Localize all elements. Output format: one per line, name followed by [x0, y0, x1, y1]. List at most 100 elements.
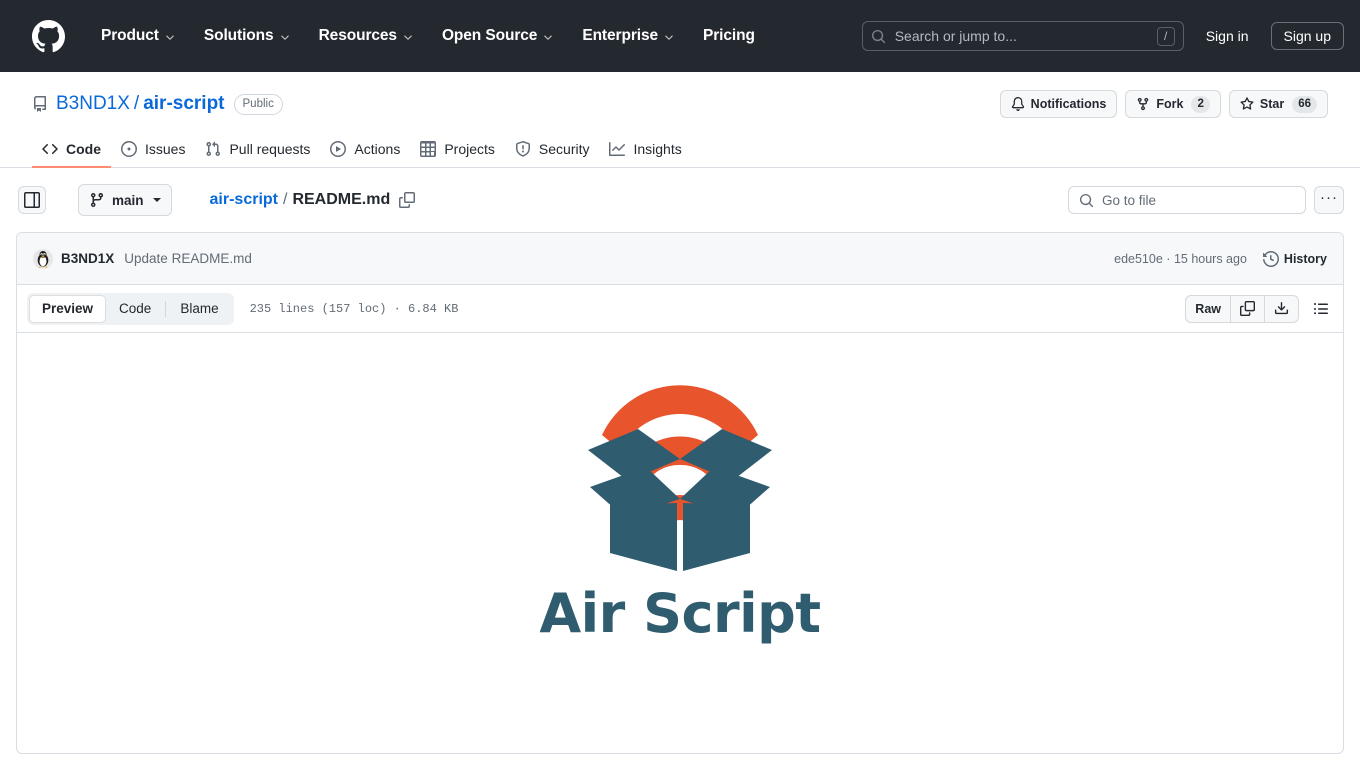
download-button[interactable] [1265, 296, 1298, 322]
chevron-down-icon [279, 31, 291, 43]
breadcrumb: air-script / README.md [210, 191, 416, 209]
global-header: Product Solutions Resources Open Source … [0, 0, 1360, 72]
star-icon [1240, 97, 1254, 110]
file-navigation-bar: main air-script / README.md Go to file ·… [0, 168, 1360, 232]
commit-hash-and-time: ede510e · 15 hours ago [1114, 252, 1247, 266]
fork-count: 2 [1191, 95, 1210, 113]
commit-message[interactable]: Update README.md [124, 251, 252, 266]
history-icon [1262, 250, 1279, 267]
repo-icon [32, 96, 48, 112]
copy-raw-contents-button[interactable] [1231, 295, 1265, 322]
global-nav-label: Resources [318, 27, 397, 44]
commit-hash[interactable]: ede510e [1114, 252, 1163, 266]
star-count: 66 [1292, 95, 1317, 113]
branch-name: main [112, 192, 144, 208]
tab-code[interactable]: Code [32, 134, 111, 168]
table-icon [420, 141, 437, 157]
tab-preview[interactable]: Preview [29, 294, 107, 323]
chevron-down-icon [402, 31, 414, 43]
sign-in-button[interactable]: Sign in [1198, 23, 1257, 49]
tab-security[interactable]: Security [505, 134, 600, 168]
global-nav-item-enterprise[interactable]: Enterprise [568, 19, 689, 53]
tab-pull-requests[interactable]: Pull requests [195, 134, 320, 168]
raw-button[interactable]: Raw [1186, 295, 1231, 322]
tab-code-view[interactable]: Code [106, 295, 164, 323]
repo-name-link[interactable]: air-script [143, 93, 224, 115]
tab-label: Pull requests [229, 141, 311, 157]
sidebar-expand-icon[interactable] [18, 186, 46, 214]
bell-icon [1011, 97, 1024, 111]
global-nav-item-pricing[interactable]: Pricing [689, 19, 769, 53]
tab-blame[interactable]: Blame [167, 295, 231, 323]
file-nav-right-controls: Go to file ··· [1068, 186, 1344, 214]
go-to-file-placeholder: Go to file [1102, 192, 1157, 208]
repo-visibility-badge: Public [233, 93, 283, 115]
file-meta-info: 235 lines (157 loc) · 6.84 KB [249, 301, 459, 316]
global-nav-label: Enterprise [582, 27, 658, 44]
search-input[interactable]: Search or jump to... / [861, 21, 1184, 51]
download-icon [1274, 302, 1289, 315]
search-placeholder: Search or jump to... [894, 28, 1017, 44]
commit-meta-group: ede510e · 15 hours ago History [1114, 250, 1327, 267]
global-nav-label: Solutions [203, 27, 274, 44]
tab-insights[interactable]: Insights [599, 134, 691, 168]
tab-label: Actions [354, 141, 401, 157]
global-nav-item-resources[interactable]: Resources [305, 19, 428, 53]
outline-list-icon[interactable] [1307, 295, 1335, 323]
repository-actions: Notifications Fork 2 Star 66 [999, 90, 1328, 118]
tab-label: Security [538, 141, 590, 157]
latest-commit-row: B3ND1X Update README.md ede510e · 15 hou… [17, 233, 1343, 285]
repository-tabs: Code Issues Pull requests Actions Projec… [32, 134, 1328, 168]
penguin-avatar[interactable] [33, 248, 53, 269]
repository-title-row: B3ND1X / air-script Public Notifications… [32, 88, 1328, 120]
tab-label: Code [66, 141, 101, 157]
code-icon [42, 143, 58, 155]
global-nav-item-product[interactable]: Product [87, 19, 190, 53]
tab-projects[interactable]: Projects [410, 134, 505, 168]
play-icon [330, 141, 347, 157]
global-nav-label: Product [101, 27, 159, 44]
chevron-down-icon [542, 31, 554, 43]
global-nav-item-open-source[interactable]: Open Source [428, 19, 568, 53]
graph-icon [609, 142, 626, 156]
global-header-right: Search or jump to... / Sign in Sign up [861, 21, 1344, 51]
github-mark-icon[interactable] [32, 19, 65, 53]
repo-owner-link[interactable]: B3ND1X [56, 93, 130, 115]
git-pull-request-icon [206, 141, 221, 157]
copy-path-icon[interactable] [399, 192, 416, 208]
commit-meta-separator: · [1166, 251, 1171, 266]
notifications-button[interactable]: Notifications [999, 90, 1118, 118]
notifications-label: Notifications [1030, 97, 1107, 111]
branch-selector[interactable]: main [78, 184, 172, 216]
search-shortcut-badge: / [1156, 26, 1175, 46]
star-label: Star [1259, 97, 1285, 111]
more-options-button[interactable]: ··· [1314, 186, 1344, 214]
go-to-file-input[interactable]: Go to file [1068, 186, 1306, 214]
tab-actions[interactable]: Actions [320, 134, 410, 168]
air-script-logo-icon [588, 385, 772, 571]
breadcrumb-repo-link[interactable]: air-script [210, 191, 278, 209]
readme-title: Air Script [539, 582, 821, 645]
segment-divider [165, 300, 167, 317]
breadcrumb-separator: / [282, 191, 288, 208]
sign-up-button[interactable]: Sign up [1270, 22, 1344, 50]
chevron-down-icon [663, 31, 675, 43]
global-nav-label: Open Source [441, 27, 538, 44]
history-label: History [1283, 251, 1327, 266]
readme-preview-body: Air Script [17, 333, 1343, 753]
chevron-down-icon [164, 31, 176, 43]
git-branch-icon [90, 193, 103, 208]
commit-author[interactable]: B3ND1X [61, 251, 114, 266]
file-card: B3ND1X Update README.md ede510e · 15 hou… [16, 232, 1344, 754]
copy-icon [1240, 301, 1255, 316]
star-button[interactable]: Star 66 [1228, 90, 1328, 118]
repository-header: B3ND1X / air-script Public Notifications… [0, 72, 1360, 168]
shield-icon [515, 141, 530, 157]
fork-label: Fork [1156, 97, 1184, 111]
fork-button[interactable]: Fork 2 [1125, 90, 1221, 118]
history-link[interactable]: History [1262, 250, 1327, 267]
tab-issues[interactable]: Issues [111, 134, 195, 168]
repo-separator: / [133, 93, 140, 114]
global-nav-item-solutions[interactable]: Solutions [190, 19, 305, 53]
commit-relative-time: 15 hours ago [1173, 251, 1247, 266]
